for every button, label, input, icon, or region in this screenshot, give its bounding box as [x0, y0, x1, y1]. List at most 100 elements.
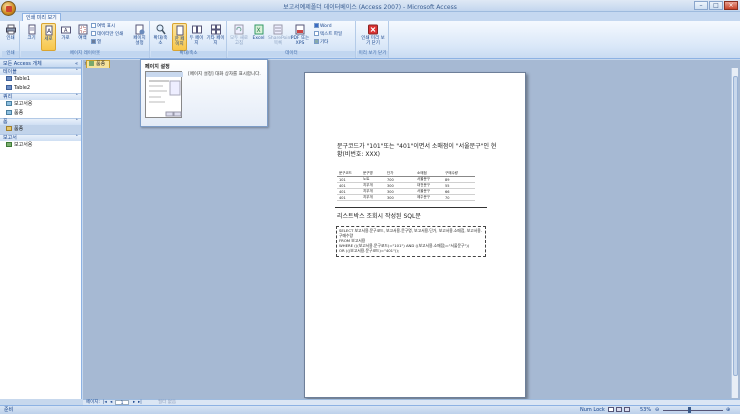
- landscape-button[interactable]: A 가로: [58, 23, 73, 51]
- zoom-out-button[interactable]: ⊖: [655, 406, 659, 414]
- sql-text-box: SELECT 보고서용.문구코드, 보고서용.문구명, 보고서용.단가, 보고서…: [336, 226, 486, 257]
- one-page-icon: [176, 25, 183, 36]
- print-data-only-check[interactable]: 데이터만 인쇄: [91, 31, 123, 38]
- report-heading: 문구코드가 "101"또는 "401"이면서 소매점이 "서울문구"인 현황(비…: [337, 143, 497, 158]
- magnifier-icon: [156, 24, 166, 35]
- more-icon: [314, 39, 319, 44]
- more-pages-button[interactable]: 기타 페이지: [206, 23, 225, 51]
- text-file-icon: [314, 31, 319, 36]
- group-label: 인쇄: [2, 51, 19, 57]
- zoom-slider-thumb[interactable]: [688, 407, 691, 413]
- refresh-icon: [234, 24, 244, 35]
- word-icon: [314, 23, 319, 28]
- vertical-scrollbar[interactable]: [731, 68, 738, 398]
- group-close-preview: 인쇄 미리 보기 닫기 미리 보기 닫기: [357, 21, 389, 58]
- group-zoom: 확대/축소 한 페이지 두 페이지 기타 페이지 확대/축소: [151, 21, 227, 58]
- table-cell: 70: [443, 194, 475, 201]
- nav-item-table1[interactable]: Table1: [0, 75, 81, 84]
- page-setup-tooltip: 페이지 설정 [페이지 설정] 대화 상자를 표시합니다.: [140, 59, 268, 127]
- columns-button[interactable]: 열: [91, 39, 101, 46]
- group-print: 인쇄 인쇄: [2, 21, 20, 58]
- scrollbar-thumb[interactable]: [733, 76, 738, 376]
- table-cell: 401: [337, 194, 361, 201]
- group-data: 모두 새로 고침 X Excel SharePoint 목록 PDF 또는 XP…: [228, 21, 356, 58]
- office-button[interactable]: [1, 1, 16, 16]
- portrait-icon: A: [45, 25, 52, 36]
- zoom-in-button[interactable]: ⊕: [726, 406, 730, 414]
- nav-header[interactable]: 모든 Access 개체 «: [0, 60, 81, 68]
- table-cell: 지우개: [361, 194, 385, 201]
- nav-item-query-kind[interactable]: 품종: [0, 109, 81, 118]
- num-lock-indicator: Num Lock: [580, 407, 605, 413]
- group-label: 페이지 레이아웃: [21, 51, 149, 57]
- printer-icon: [5, 24, 16, 35]
- portrait-button[interactable]: A 세로: [41, 23, 56, 51]
- landscape-icon: A: [60, 26, 71, 34]
- table-cell: 300: [385, 194, 415, 201]
- columns-icon: [91, 39, 96, 44]
- minimize-button[interactable]: –: [694, 1, 708, 10]
- refresh-all-button[interactable]: 모두 새로 고침: [230, 23, 248, 51]
- maximize-button[interactable]: □: [709, 1, 723, 10]
- nav-item-report[interactable]: 보고서용: [0, 141, 81, 150]
- group-page-layout: 크기 A 세로 A 가로 여백 여백 표시 데이터만 인쇄 열 페이지 설정 페…: [21, 21, 150, 58]
- zoom-slider[interactable]: [663, 410, 723, 411]
- close-button[interactable]: ×: [724, 1, 738, 10]
- nav-group-queries[interactable]: 쿼리 ˄: [0, 93, 81, 100]
- divider: [335, 207, 487, 208]
- close-preview-button[interactable]: 인쇄 미리 보기 닫기: [361, 23, 385, 51]
- tab-print-preview[interactable]: 인쇄 미리 보기: [22, 13, 61, 21]
- checkbox-icon: [91, 23, 96, 28]
- group-label: 확대/축소: [151, 51, 226, 57]
- form-icon: [89, 61, 94, 66]
- view-icon[interactable]: [624, 407, 630, 412]
- more-pages-icon: [210, 24, 221, 35]
- one-page-button[interactable]: 한 페이지: [172, 23, 187, 51]
- zoom-button[interactable]: 확대/축소: [153, 23, 168, 51]
- text-file-export-button[interactable]: 텍스트 파일: [314, 31, 342, 38]
- document-tab[interactable]: 품종: [86, 60, 110, 68]
- ribbon: 인쇄 인쇄 크기 A 세로 A 가로 여백 여백 표시 데이터만 인쇄 열 페이…: [0, 21, 740, 59]
- two-pages-button[interactable]: 두 페이지: [189, 23, 204, 51]
- dialog-preview-icon: [146, 72, 183, 117]
- report-table: 문구코드 문구명 단가 소매점 구매수량 101 노트 700 서울문구 89 …: [337, 171, 475, 201]
- query-icon: [6, 110, 12, 115]
- more-export-button[interactable]: 기타: [314, 39, 328, 46]
- status-bar: 준비 Num Lock 53% ⊖ ⊕: [0, 405, 740, 414]
- page-setup-icon: [135, 24, 144, 35]
- show-margins-check[interactable]: 여백 표시: [91, 23, 115, 30]
- page-size-icon: [28, 24, 35, 35]
- preview-page[interactable]: 문구코드가 "101"또는 "401"이면서 소매점이 "서울문구"인 현황(비…: [304, 72, 526, 398]
- nav-group-forms[interactable]: 폼 ˄: [0, 118, 81, 125]
- view-icon[interactable]: [608, 407, 614, 412]
- nav-group-reports[interactable]: 보고서 ˄: [0, 134, 81, 141]
- print-button[interactable]: 인쇄: [3, 23, 18, 51]
- view-icon[interactable]: [616, 407, 622, 412]
- group-label: 데이터: [228, 51, 355, 57]
- nav-group-tables[interactable]: 테이블 ˄: [0, 68, 81, 75]
- sql-heading: 리스트박스 조회시 작성된 SQL문: [337, 213, 421, 220]
- margins-button[interactable]: 여백: [75, 23, 90, 51]
- status-text: 준비: [4, 407, 14, 413]
- excel-icon: X: [254, 24, 263, 35]
- tooltip-title: 페이지 설정: [145, 64, 170, 70]
- pdf-xps-button[interactable]: PDF 또는 XPS: [290, 23, 310, 51]
- tooltip-body: [페이지 설정] 대화 상자를 표시합니다.: [188, 72, 261, 77]
- nav-item-query-report[interactable]: 보고서용: [0, 100, 81, 109]
- size-button[interactable]: 크기: [24, 23, 39, 51]
- collapse-chevron-icon[interactable]: «: [75, 60, 78, 68]
- navigation-pane: 모든 Access 개체 « 테이블 ˄ Table1 Table2 쿼리 ˄ 보고…: [0, 60, 82, 399]
- page-setup-button[interactable]: 페이지 설정: [131, 23, 148, 51]
- table-cell: 제주문구: [415, 194, 443, 201]
- title-bar: 보고서예제폴더 데이터베이스 (Access 2007) - Microsoft…: [0, 0, 740, 12]
- pdf-icon: [295, 24, 305, 35]
- svg-text:A: A: [64, 28, 68, 34]
- table-icon: [6, 76, 12, 81]
- checkbox-icon: [91, 31, 96, 36]
- sharepoint-button[interactable]: SharePoint 목록: [268, 23, 292, 51]
- table-icon: [6, 85, 12, 90]
- word-export-button[interactable]: Word: [314, 23, 332, 30]
- excel-button[interactable]: X Excel: [251, 23, 266, 51]
- nav-item-table2[interactable]: Table2: [0, 84, 81, 93]
- nav-item-form-kind[interactable]: 품종: [0, 125, 81, 134]
